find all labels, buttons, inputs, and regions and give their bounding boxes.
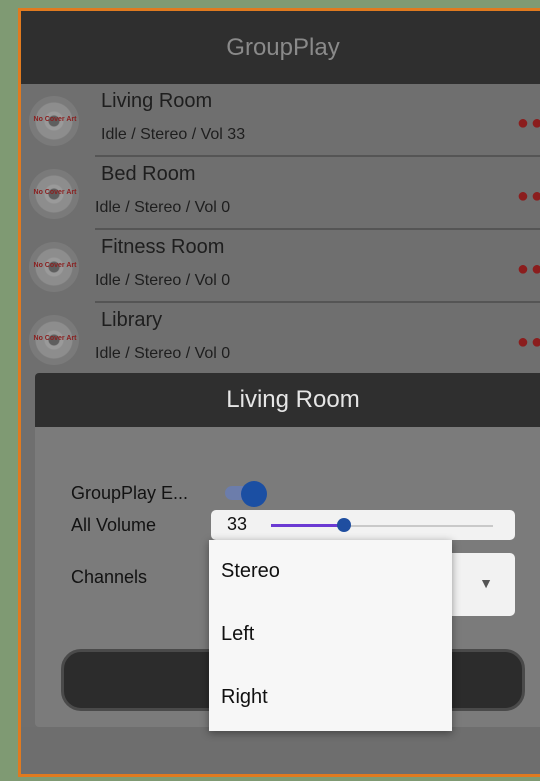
cover-art-text: No Cover Art xyxy=(33,262,77,269)
cover-art-icon: No Cover Art xyxy=(29,169,79,219)
groupplay-label: GroupPlay E... xyxy=(71,483,189,503)
room-status: Idle / Stereo / Vol 0 xyxy=(95,345,231,362)
room-status: Idle / Stereo / Vol 33 xyxy=(101,126,246,143)
option-left[interactable]: Left xyxy=(209,603,452,666)
cover-art-text: No Cover Art xyxy=(33,116,77,123)
room-row-bed-room[interactable]: No Cover Art Bed Room Idle / Stereo / Vo… xyxy=(21,157,540,230)
channels-label: Channels xyxy=(71,567,148,587)
channels-dropdown-menu: Stereo Left Right xyxy=(209,540,452,731)
row-menu-icon[interactable]: ●● xyxy=(517,258,540,281)
cover-art-icon: No Cover Art xyxy=(29,96,79,146)
volume-control: 33 xyxy=(211,510,515,540)
room-row-living-room[interactable]: No Cover Art Living Room Idle / Stereo /… xyxy=(21,84,540,157)
cover-art-icon: No Cover Art xyxy=(29,315,79,365)
toggle-knob xyxy=(241,481,267,507)
cover-art-text: No Cover Art xyxy=(33,189,77,196)
room-name: Bed Room xyxy=(101,163,196,185)
volume-value: 33 xyxy=(227,514,248,534)
volume-label: All Volume xyxy=(71,515,157,535)
bottom-area xyxy=(21,727,540,774)
room-status: Idle / Stereo / Vol 0 xyxy=(95,272,231,289)
cover-art-icon: No Cover Art xyxy=(29,242,79,292)
app-title: GroupPlay xyxy=(226,33,340,61)
volume-slider-thumb[interactable] xyxy=(337,518,351,532)
chevron-down-icon: ▼ xyxy=(479,575,493,591)
row-menu-icon[interactable]: ●● xyxy=(517,185,540,208)
row-menu-icon[interactable]: ●● xyxy=(517,112,540,135)
room-status: Idle / Stereo / Vol 0 xyxy=(95,199,231,216)
room-row-library[interactable]: No Cover Art Library Idle / Stereo / Vol… xyxy=(21,303,540,376)
room-list: No Cover Art Living Room Idle / Stereo /… xyxy=(21,84,540,376)
groupplay-toggle[interactable] xyxy=(225,481,267,507)
option-stereo[interactable]: Stereo xyxy=(209,540,452,603)
option-right[interactable]: Right xyxy=(209,666,452,729)
row-menu-icon[interactable]: ●● xyxy=(517,331,540,354)
room-name: Fitness Room xyxy=(101,236,225,258)
dialog-title: Living Room xyxy=(226,386,360,413)
volume-slider-fill xyxy=(271,524,344,527)
app-titlebar: GroupPlay xyxy=(21,11,540,84)
room-name: Library xyxy=(101,309,163,331)
dialog-header: Living Room xyxy=(35,373,540,427)
cover-art-text: No Cover Art xyxy=(33,335,77,342)
room-row-fitness-room[interactable]: No Cover Art Fitness Room Idle / Stereo … xyxy=(21,230,540,303)
room-name: Living Room xyxy=(101,90,213,112)
